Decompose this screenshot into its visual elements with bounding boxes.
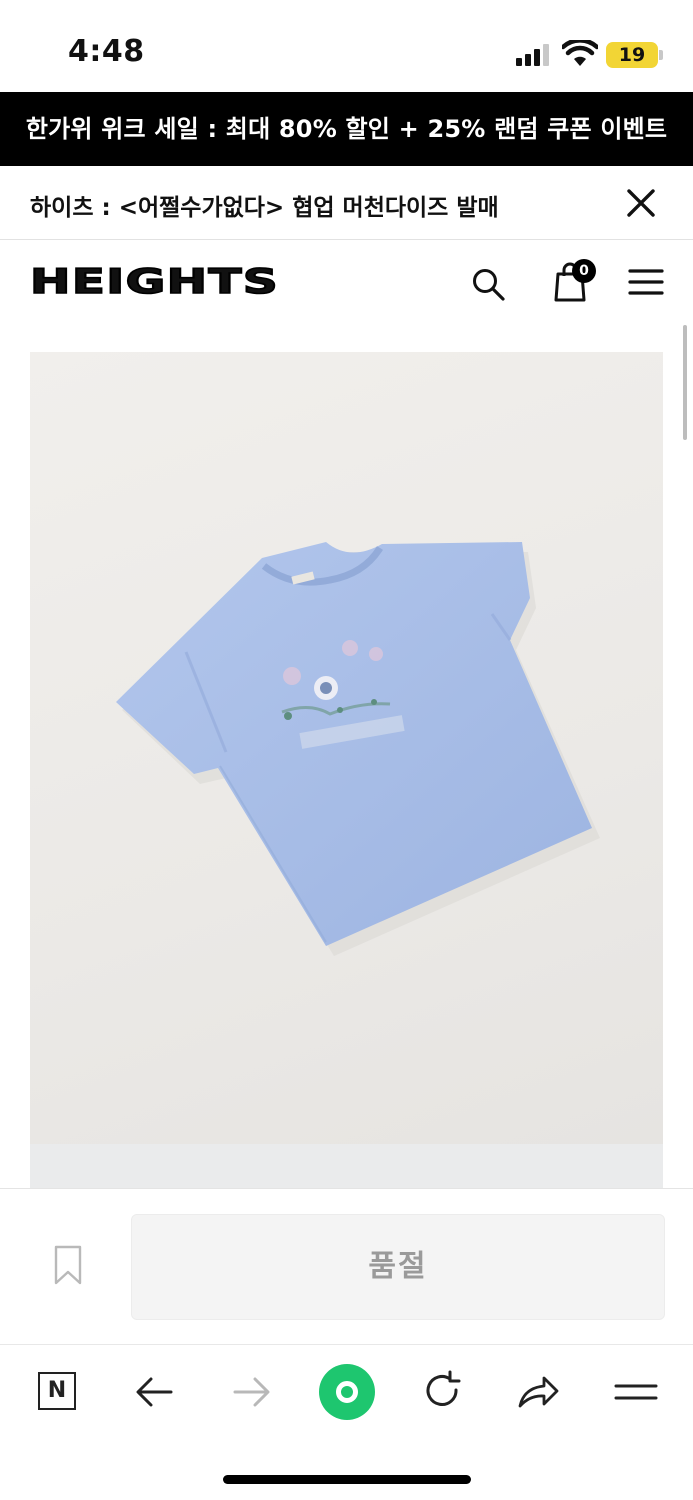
product-image[interactable]: [30, 352, 663, 1144]
more-menu-icon[interactable]: [614, 1370, 658, 1414]
battery-indicator: 19: [606, 42, 658, 68]
forward-arrow-icon[interactable]: [229, 1370, 273, 1414]
cellular-signal-icon: [516, 44, 552, 66]
share-icon[interactable]: [516, 1370, 560, 1414]
sale-banner[interactable]: 한가위 위크 세일 : 최대 80% 할인 + 25% 랜덤 쿠폰 이벤트: [0, 92, 693, 166]
bookmark-icon[interactable]: [52, 1244, 84, 1286]
refresh-icon[interactable]: [420, 1370, 464, 1414]
site-logo[interactable]: HEIGHTS: [29, 261, 279, 303]
status-time: 4:48: [68, 34, 145, 69]
cart-count-badge: 0: [572, 259, 596, 283]
wifi-icon: [562, 40, 598, 66]
back-arrow-icon[interactable]: [133, 1370, 177, 1414]
notice-bar[interactable]: 하이츠 : <어쩔수가없다> 협업 머천다이즈 발매: [0, 166, 693, 240]
sold-out-button[interactable]: 품절: [131, 1214, 665, 1320]
notice-text[interactable]: 하이츠 : <어쩔수가없다> 협업 머천다이즈 발매: [30, 188, 499, 222]
search-icon[interactable]: [470, 266, 506, 302]
close-icon[interactable]: [622, 184, 660, 222]
status-bar: 4:48 19: [0, 0, 693, 92]
hamburger-menu-icon[interactable]: [628, 266, 664, 298]
battery-cap: [659, 50, 663, 60]
next-product-image[interactable]: [30, 1144, 663, 1188]
naver-home-icon[interactable]: N: [38, 1372, 76, 1410]
green-dot-icon: [336, 1381, 358, 1403]
tshirt-illustration: [116, 542, 600, 956]
green-dot-button[interactable]: [319, 1364, 375, 1420]
scrollbar[interactable]: [683, 325, 687, 440]
home-indicator[interactable]: [223, 1475, 471, 1484]
